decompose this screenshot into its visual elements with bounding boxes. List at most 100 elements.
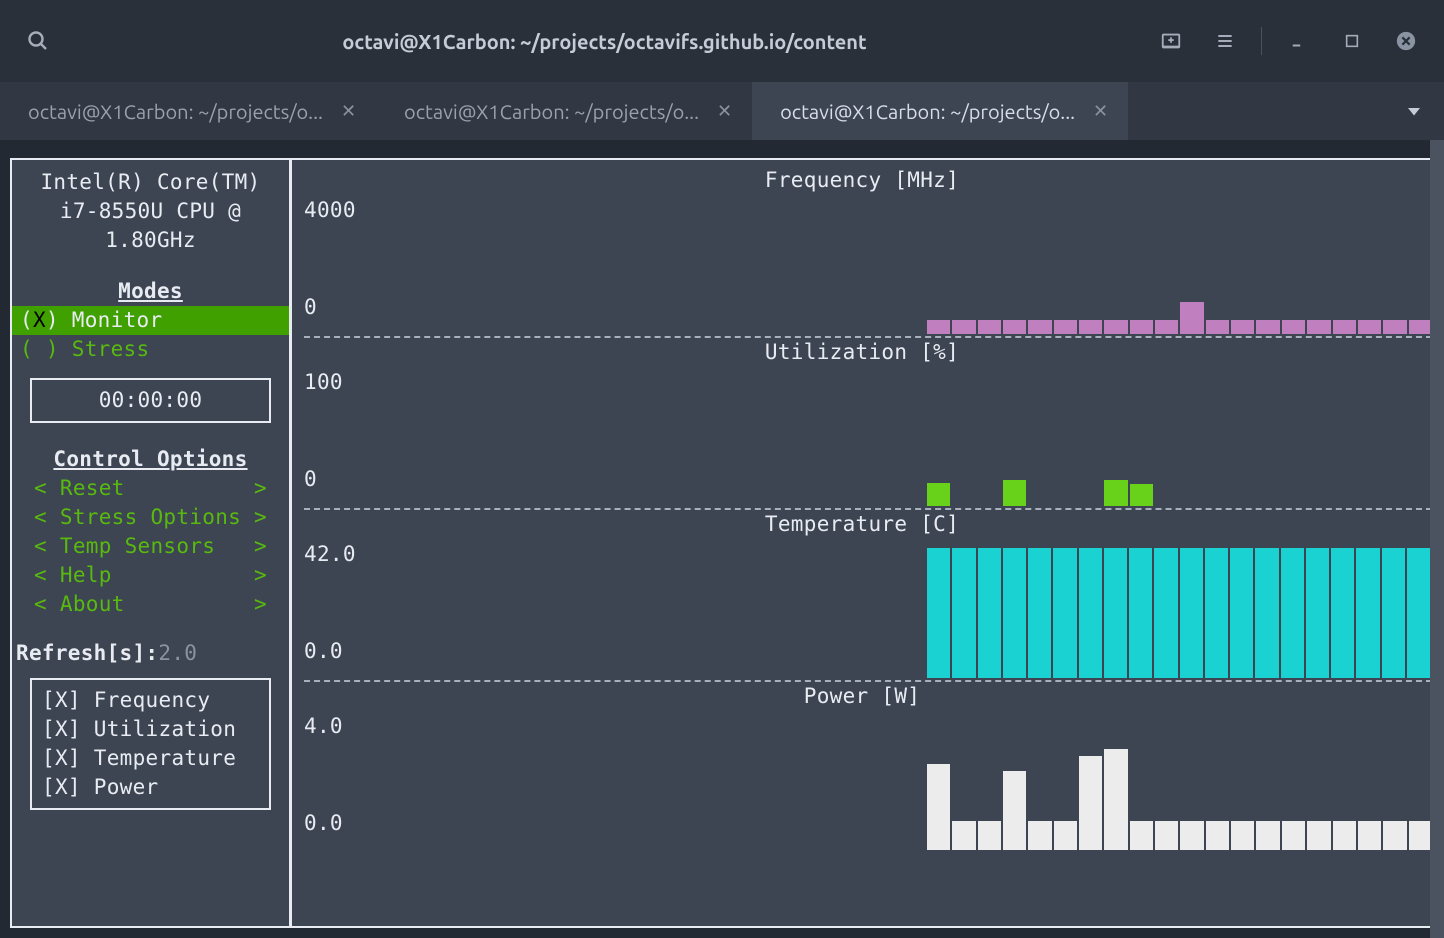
- chart-temperature: Temperature [C] 42.0 0.0: [292, 510, 1432, 682]
- bar: [1333, 320, 1356, 334]
- bar: [1003, 320, 1026, 334]
- window-titlebar: octavi@X1Carbon: ~/projects/octavifs.git…: [0, 0, 1444, 82]
- close-icon[interactable]: [1388, 23, 1424, 59]
- modes-heading: Modes: [12, 277, 289, 306]
- control-temp-sensors[interactable]: < Temp Sensors>: [12, 532, 289, 561]
- graph-toggles: [X] Frequency [X] Utilization [X] Temper…: [30, 678, 271, 810]
- search-icon[interactable]: [20, 23, 56, 59]
- control-about[interactable]: < About>: [12, 590, 289, 619]
- bar: [1358, 821, 1381, 850]
- mode-stress[interactable]: ( ) Stress: [12, 335, 289, 364]
- tab-label: octavi@X1Carbon: ~/projects/o...: [28, 100, 323, 123]
- bar: [1407, 548, 1430, 678]
- bar: [1053, 548, 1076, 678]
- toggle-power[interactable]: [X] Power: [42, 773, 259, 802]
- tab-label: octavi@X1Carbon: ~/projects/o...: [404, 100, 699, 123]
- new-tab-icon[interactable]: [1153, 23, 1189, 59]
- bar: [1104, 749, 1127, 850]
- minimize-icon[interactable]: [1280, 23, 1316, 59]
- bars: [927, 534, 1432, 678]
- bar: [1054, 320, 1077, 334]
- bar: [1028, 821, 1051, 850]
- bar: [1256, 821, 1279, 850]
- bar: [1205, 548, 1228, 678]
- control-reset[interactable]: < Reset>: [12, 474, 289, 503]
- bar: [1104, 480, 1127, 506]
- bar: [1155, 320, 1178, 334]
- bar: [952, 821, 975, 850]
- window-title: octavi@X1Carbon: ~/projects/octavifs.git…: [56, 30, 1153, 53]
- bar: [1206, 821, 1229, 850]
- bar: [1307, 821, 1330, 850]
- y-axis-bottom: 0: [304, 465, 317, 494]
- toggle-frequency[interactable]: [X] Frequency: [42, 686, 259, 715]
- sidebar: Intel(R) Core(TM) i7-8550U CPU @ 1.80GHz…: [12, 160, 292, 926]
- bar: [978, 320, 1001, 334]
- bar: [978, 548, 1001, 678]
- cpu-name: Intel(R) Core(TM) i7-8550U CPU @ 1.80GHz: [12, 168, 289, 255]
- chart-utilization: Utilization [%] 100 0: [292, 338, 1432, 510]
- bar: [1003, 548, 1026, 678]
- scrollbar[interactable]: [1430, 140, 1444, 938]
- bar: [1130, 821, 1153, 850]
- bar: [927, 764, 950, 850]
- toggle-utilization[interactable]: [X] Utilization: [42, 715, 259, 744]
- terminal-tab[interactable]: octavi@X1Carbon: ~/projects/o... ✕: [376, 82, 752, 140]
- mode-label: Stress: [72, 337, 150, 361]
- bar: [1282, 320, 1305, 334]
- tabs-dropdown-icon[interactable]: [1384, 82, 1444, 140]
- bar: [1383, 821, 1406, 850]
- y-axis-top: 100: [304, 368, 343, 397]
- y-axis-bottom: 0: [304, 293, 317, 322]
- control-stress-options[interactable]: < Stress Options>: [12, 503, 289, 532]
- tab-close-icon[interactable]: ✕: [1093, 101, 1108, 122]
- terminal-tab[interactable]: octavi@X1Carbon: ~/projects/o... ✕: [752, 82, 1128, 140]
- bars: [927, 706, 1432, 850]
- bar: [1231, 320, 1254, 334]
- bar: [1333, 821, 1356, 850]
- tab-close-icon[interactable]: ✕: [341, 101, 356, 122]
- bar: [1079, 548, 1102, 678]
- bar: [927, 548, 950, 678]
- bar: [1054, 821, 1077, 850]
- bar: [927, 320, 950, 334]
- y-axis-bottom: 0.0: [304, 637, 343, 666]
- refresh-value: 2.0: [158, 641, 197, 665]
- bar: [1409, 320, 1432, 334]
- maximize-icon[interactable]: [1334, 23, 1370, 59]
- bar: [1129, 548, 1152, 678]
- terminal-tab[interactable]: octavi@X1Carbon: ~/projects/o... ✕: [0, 82, 376, 140]
- bar: [1180, 548, 1203, 678]
- refresh-rate: Refresh[s]:2.0: [12, 639, 289, 668]
- separator: [1261, 27, 1262, 55]
- bar: [952, 320, 975, 334]
- bar: [1255, 548, 1278, 678]
- y-axis-top: 42.0: [304, 540, 356, 569]
- bar: [1104, 548, 1127, 678]
- menu-icon[interactable]: [1207, 23, 1243, 59]
- mode-label: Monitor: [72, 308, 163, 332]
- chart-frequency: Frequency [MHz] 4000 0: [292, 166, 1432, 338]
- control-options-heading: Control Options: [12, 445, 289, 474]
- bar: [1356, 548, 1379, 678]
- tab-close-icon[interactable]: ✕: [717, 101, 732, 122]
- toggle-temperature[interactable]: [X] Temperature: [42, 744, 259, 773]
- y-axis-bottom: 0.0: [304, 809, 343, 838]
- bar: [1256, 320, 1279, 334]
- bar: [1282, 821, 1305, 850]
- timer: 00:00:00: [30, 378, 271, 423]
- control-help[interactable]: < Help>: [12, 561, 289, 590]
- bar: [1130, 484, 1153, 506]
- bar: [978, 821, 1001, 850]
- bar: [1155, 821, 1178, 850]
- bar: [1079, 320, 1102, 334]
- bar: [1306, 548, 1329, 678]
- bar: [1358, 320, 1381, 334]
- bar: [1383, 320, 1406, 334]
- bar: [1231, 821, 1254, 850]
- bar: [1331, 548, 1354, 678]
- bars: [927, 362, 1432, 506]
- bar: [1307, 320, 1330, 334]
- bar: [927, 483, 950, 506]
- mode-monitor[interactable]: (X) Monitor: [12, 306, 289, 335]
